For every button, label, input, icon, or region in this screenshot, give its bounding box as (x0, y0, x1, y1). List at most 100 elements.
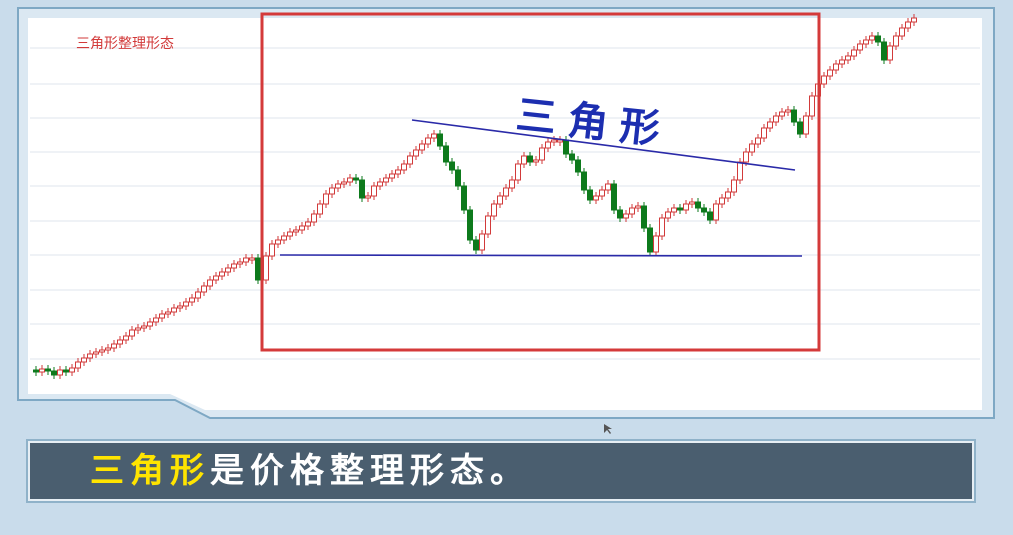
candle-body (75, 361, 81, 369)
candle-body (443, 145, 449, 163)
candle-body (63, 369, 69, 373)
candle-body (755, 137, 761, 145)
candle-body (195, 291, 201, 299)
candle-body (389, 173, 395, 179)
candle-body (803, 115, 809, 135)
candle-body (449, 161, 455, 171)
candle-body (533, 159, 539, 163)
candle-body (707, 211, 713, 221)
candle-body (569, 153, 575, 161)
caption-highlight: 三角形 (90, 451, 210, 491)
candle-body (899, 27, 905, 37)
candle-body (689, 201, 695, 205)
candle-body (575, 159, 581, 173)
candle-body (665, 211, 671, 219)
candle-body (231, 263, 237, 269)
candle-body (281, 235, 287, 241)
candle-body (269, 243, 275, 257)
candle-body (165, 311, 171, 315)
candle-body (207, 279, 213, 287)
chart-corner-label: 三角形整理形态 (76, 36, 174, 52)
candle-body (695, 201, 701, 209)
candle-body (323, 193, 329, 205)
candle-body (629, 207, 635, 215)
candle-body (545, 141, 551, 149)
candle-body (413, 149, 419, 157)
candle-body (623, 213, 629, 219)
candle-body (341, 181, 347, 185)
candle-body (81, 357, 87, 363)
candle-body (599, 189, 605, 197)
caption-text: 三角形是价格整理形态。 (90, 443, 530, 499)
candle-body (275, 239, 281, 245)
candle-body (87, 353, 93, 359)
candle-body (305, 221, 311, 227)
candle-body (779, 111, 785, 117)
candle-body (287, 231, 293, 237)
candle-body (857, 43, 863, 51)
candle-body (527, 155, 533, 163)
candle-body (497, 195, 503, 205)
candle-body (213, 275, 219, 281)
candle-body (33, 369, 39, 373)
candle-body (491, 203, 497, 217)
candle-body (701, 207, 707, 213)
candle-body (719, 197, 725, 205)
candle-body (419, 143, 425, 151)
candle-body (99, 349, 105, 353)
candle-body (725, 191, 731, 199)
candle-body (335, 183, 341, 189)
candle-body (401, 163, 407, 171)
candle-body (785, 109, 791, 113)
candle-body (587, 189, 593, 201)
candle-body (875, 35, 881, 43)
candle-body (317, 203, 323, 215)
candle-body (225, 267, 231, 273)
candle-body (183, 301, 189, 307)
candle-body (431, 133, 437, 139)
candle-body (881, 41, 887, 61)
candle-body (539, 147, 545, 161)
candle-body (485, 215, 491, 235)
candle-body (147, 321, 153, 327)
candle-body (743, 151, 749, 163)
candle-body (863, 39, 869, 45)
candle-body (105, 347, 111, 351)
candle-body (797, 121, 803, 135)
candle-body (605, 183, 611, 191)
candle-body (647, 227, 653, 253)
candle-body (671, 207, 677, 213)
candle-body (677, 207, 683, 211)
slide-frame: 三角形整理形态 三角形 三角形是价格整理形态。 (0, 0, 1013, 535)
candle-body (135, 327, 141, 331)
candle-body (467, 209, 473, 241)
candle-body (503, 187, 509, 197)
candle-body (713, 203, 719, 221)
candle-body (123, 335, 129, 341)
caption-bar: 三角形是价格整理形态。 (28, 441, 974, 501)
candle-body (683, 203, 689, 211)
candle-body (869, 35, 875, 41)
candle-body (911, 17, 917, 23)
candle-body (521, 155, 527, 165)
candle-body (347, 177, 353, 183)
candle-body (479, 233, 485, 251)
candle-body (299, 225, 305, 231)
candle-body (159, 313, 165, 319)
candle-body (851, 49, 857, 57)
candle-body (311, 213, 317, 223)
candle-body (827, 69, 833, 77)
candle-body (293, 229, 299, 233)
candle-body (395, 169, 401, 175)
candle-body (243, 257, 249, 263)
candle-body (383, 177, 389, 183)
candle-body (455, 169, 461, 187)
candle-body (581, 171, 587, 191)
candle-body (171, 307, 177, 313)
candle-body (905, 21, 911, 29)
candle-body (407, 155, 413, 165)
candle-body (255, 257, 261, 281)
candle-body (129, 329, 135, 337)
candle-body (249, 257, 255, 261)
candle-body (791, 109, 797, 123)
